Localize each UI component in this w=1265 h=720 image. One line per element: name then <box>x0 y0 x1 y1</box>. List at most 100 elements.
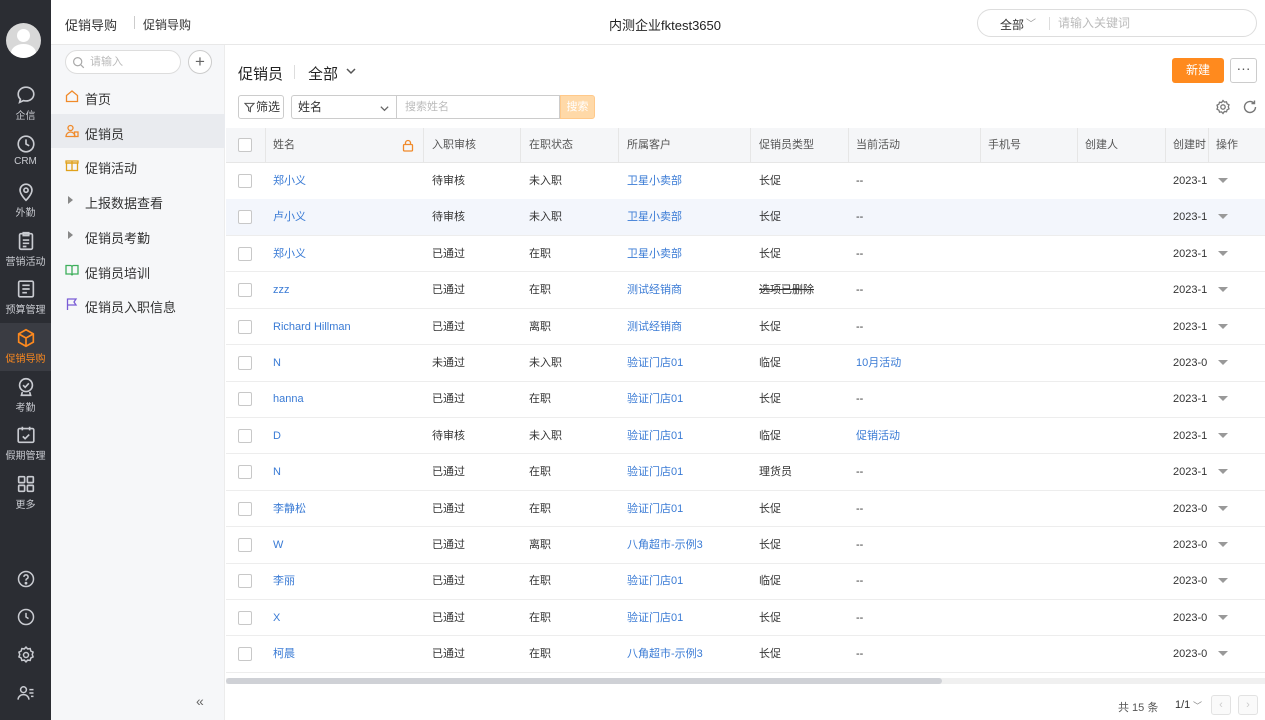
rail-item-7[interactable]: 假期管理 <box>0 420 51 468</box>
rail-item-6[interactable]: 考勤 <box>0 372 51 420</box>
chevron-down-icon[interactable]: ﹀ <box>1193 699 1202 712</box>
table-row[interactable]: 卢小义待审核未入职卫星小卖部长促--2023-12 <box>226 199 1265 236</box>
column-header[interactable]: 在职状态 <box>529 128 609 163</box>
nav-item-1[interactable]: 促销员 <box>51 113 225 148</box>
row-checkbox[interactable] <box>238 392 252 407</box>
rail-item-1[interactable]: CRM <box>0 129 51 177</box>
nav-item-3[interactable]: 上报数据查看 <box>51 183 225 217</box>
prev-page-button[interactable]: ‹ <box>1211 695 1231 715</box>
cell-customer[interactable]: 验证门店01 <box>627 418 747 454</box>
row-actions-dropdown-icon[interactable] <box>1218 651 1228 657</box>
cell-activity[interactable]: 10月活动 <box>856 345 976 381</box>
rail-item-3[interactable]: 营销活动 <box>0 226 51 274</box>
page-indicator[interactable]: 1/1 <box>1175 699 1190 711</box>
row-actions-dropdown-icon[interactable] <box>1218 250 1228 256</box>
row-actions-dropdown-icon[interactable] <box>1218 614 1228 620</box>
row-actions-dropdown-icon[interactable] <box>1218 432 1228 438</box>
column-header[interactable]: 创建时间 <box>1173 128 1207 163</box>
cell-customer[interactable]: 验证门店01 <box>627 563 747 599</box>
cell-name[interactable]: D <box>273 418 393 454</box>
filter-button[interactable]: 筛选 <box>238 95 284 119</box>
cell-name[interactable]: zzz <box>273 272 393 308</box>
rail-item-8[interactable]: 更多 <box>0 469 51 517</box>
row-checkbox[interactable] <box>238 428 252 443</box>
rail-item-4[interactable]: 预算管理 <box>0 274 51 322</box>
column-header[interactable]: 入职审核 <box>432 128 512 163</box>
cell-customer[interactable]: 八角超市-示例3 <box>627 636 747 672</box>
row-actions-dropdown-icon[interactable] <box>1218 505 1228 511</box>
user-avatar[interactable] <box>6 23 41 58</box>
row-checkbox[interactable] <box>238 647 252 662</box>
cell-customer[interactable]: 卫星小卖部 <box>627 163 747 199</box>
table-row[interactable]: 李丽已通过在职验证门店01临促--2023-08 <box>226 563 1265 600</box>
table-row[interactable]: 李静松已通过在职验证门店01长促--2023-08 <box>226 491 1265 528</box>
next-page-button[interactable]: › <box>1238 695 1258 715</box>
help-icon[interactable] <box>0 565 51 595</box>
column-header[interactable]: 所属客户 <box>627 128 707 163</box>
rail-item-2[interactable]: 外勤 <box>0 177 51 225</box>
new-button[interactable]: 新建 <box>1172 58 1224 83</box>
row-checkbox[interactable] <box>238 174 252 188</box>
row-checkbox[interactable] <box>238 538 252 552</box>
row-checkbox[interactable] <box>238 246 252 261</box>
refresh-icon[interactable] <box>1242 99 1258 115</box>
cell-customer[interactable]: 验证门店01 <box>627 454 747 490</box>
search-scope-select[interactable]: 全部 <box>1000 16 1024 33</box>
row-actions-dropdown-icon[interactable] <box>1218 578 1228 584</box>
table-row[interactable]: Richard Hillman已通过离职测试经销商长促--2023-11 <box>226 309 1265 346</box>
add-icon[interactable]: + <box>188 50 212 74</box>
cell-customer[interactable]: 测试经销商 <box>627 309 747 345</box>
cell-name[interactable]: X <box>273 600 393 636</box>
search-field-select[interactable]: 姓名 <box>291 95 396 119</box>
nav-item-0[interactable]: 首页 <box>51 79 225 113</box>
lock-icon[interactable] <box>402 139 414 152</box>
row-actions-dropdown-icon[interactable] <box>1218 469 1228 475</box>
table-row[interactable]: X已通过在职验证门店01长促--2023-08 <box>226 600 1265 637</box>
row-checkbox[interactable] <box>238 501 252 516</box>
cell-name[interactable]: N <box>273 454 393 490</box>
breadcrumb-app[interactable]: 促销导购 <box>65 15 117 34</box>
column-header[interactable]: 创建人 <box>1085 128 1165 163</box>
cell-customer[interactable]: 测试经销商 <box>627 272 747 308</box>
history-icon[interactable] <box>0 603 51 633</box>
row-checkbox[interactable] <box>238 283 252 298</box>
row-actions-dropdown-icon[interactable] <box>1218 214 1228 220</box>
search-button[interactable]: 搜索 <box>560 95 595 119</box>
breadcrumb-page[interactable]: 促销导购 <box>143 16 191 33</box>
cell-name[interactable]: Richard Hillman <box>273 309 393 345</box>
name-search-input[interactable] <box>396 95 560 119</box>
row-actions-dropdown-icon[interactable] <box>1218 178 1228 183</box>
row-checkbox[interactable] <box>238 610 252 625</box>
column-settings-icon[interactable] <box>1215 99 1231 115</box>
cell-customer[interactable]: 卫星小卖部 <box>627 236 747 272</box>
column-header[interactable]: 手机号 <box>988 128 1068 163</box>
table-row[interactable]: N未通过未入职验证门店01临促10月活动2023-08 <box>226 345 1265 382</box>
nav-search-input[interactable] <box>90 54 176 70</box>
chevron-down-icon[interactable]: ﹀ <box>1026 15 1036 30</box>
cell-customer[interactable]: 验证门店01 <box>627 381 747 417</box>
nav-item-5[interactable]: 促销员培训 <box>51 253 225 287</box>
expand-triangle-icon[interactable] <box>68 196 73 205</box>
row-checkbox[interactable] <box>238 210 252 225</box>
cell-name[interactable]: 郑小义 <box>273 163 393 199</box>
global-search-input[interactable] <box>1058 14 1248 32</box>
row-actions-dropdown-icon[interactable] <box>1218 323 1228 329</box>
table-row[interactable]: N已通过在职验证门店01理货员--2023-10 <box>226 454 1265 491</box>
cell-name[interactable]: 李静松 <box>273 491 393 527</box>
chevron-down-icon[interactable] <box>345 65 357 77</box>
row-checkbox[interactable] <box>238 319 252 334</box>
cell-customer[interactable]: 卫星小卖部 <box>627 199 747 235</box>
cell-name[interactable]: N <box>273 345 393 381</box>
row-actions-dropdown-icon[interactable] <box>1218 542 1228 547</box>
table-row[interactable]: D待审核未入职验证门店01临促促销活动2023-10 <box>226 418 1265 455</box>
view-select[interactable]: 全部 <box>308 63 338 84</box>
table-row[interactable]: 柯晨已通过在职八角超市-示例3长促--2023-08 <box>226 636 1265 673</box>
row-checkbox[interactable] <box>238 356 252 370</box>
column-header[interactable]: 姓名 <box>273 128 353 163</box>
cell-customer[interactable]: 验证门店01 <box>627 345 747 381</box>
column-header[interactable]: 促销员类型 <box>759 128 839 163</box>
table-row[interactable]: zzz已通过在职测试经销商选项已删除--2023-11 <box>226 272 1265 309</box>
user-list-icon[interactable] <box>0 679 51 709</box>
cell-name[interactable]: 郑小义 <box>273 236 393 272</box>
settings-icon[interactable] <box>0 641 51 671</box>
